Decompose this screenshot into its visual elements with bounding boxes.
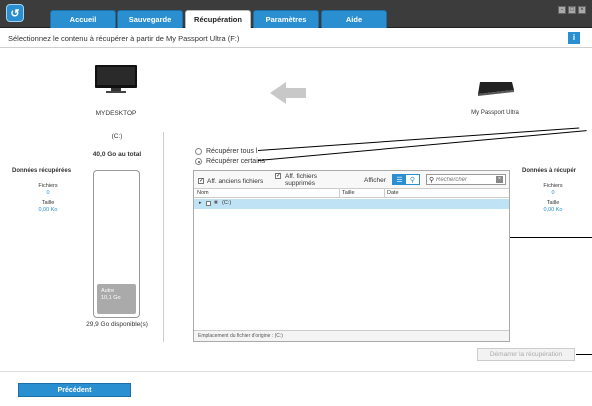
used-category: Autre — [101, 287, 115, 294]
to-recover-files-value: 0 — [551, 190, 555, 196]
monitor-icon — [95, 65, 137, 93]
table-row[interactable]: ▸ ■ (C:) — [194, 199, 509, 209]
column-date[interactable]: Date — [387, 190, 399, 196]
browser-toolbar: ✓ Aff. anciens fichiers ✓ Aff. fichiers … — [194, 171, 509, 189]
origin-label: Emplacement du fichier d'origine : — [198, 333, 274, 339]
view-label: Afficher — [364, 177, 386, 184]
free-capacity: 29,9 Go disponible(s) — [86, 321, 148, 328]
close-icon[interactable]: × — [578, 6, 586, 14]
capacity-used-segment: Autre 10,1 Go — [97, 283, 136, 314]
show-old-checkbox[interactable]: ✓ — [198, 178, 204, 184]
show-old-label: Aff. anciens fichiers — [207, 178, 264, 185]
target-device-name: My Passport Ultra — [471, 110, 519, 116]
column-divider — [339, 189, 340, 198]
source-device-name: MYDESKTOP — [95, 110, 137, 117]
callout-line — [576, 354, 592, 355]
tab-aide[interactable]: Aide — [321, 10, 387, 28]
to-recover-size-label: Taille — [546, 200, 560, 206]
origin-location-bar: Emplacement du fichier d'origine : (C:) — [194, 330, 509, 341]
search-view-icon[interactable]: ⚲ — [406, 175, 419, 184]
instruction-bar: Sélectionnez le contenu à récupérer à pa… — [0, 28, 592, 48]
view-toggle[interactable]: ☰ ⚲ — [392, 174, 420, 185]
recover-some-radio[interactable] — [195, 158, 202, 165]
search-input[interactable] — [436, 175, 494, 184]
recover-some-label: Récupérer certains — [206, 158, 266, 165]
maximize-icon[interactable]: □ — [568, 6, 576, 14]
recovered-files-label: Fichiers — [38, 183, 58, 189]
external-drive-icon — [478, 82, 514, 96]
title-bar: ↺ Accueil Sauvegarde Récupération Paramè… — [0, 0, 592, 28]
column-header: Nom Taille Date — [194, 189, 509, 198]
source-drive-letter: (C:) — [111, 133, 123, 140]
to-recover-files-label: Fichiers — [543, 183, 563, 189]
show-deleted-checkbox[interactable]: ✓ — [275, 173, 281, 179]
recovered-size-value: 0,00 Ko — [38, 207, 58, 213]
help-button[interactable]: i — [568, 32, 580, 44]
recover-all-option[interactable]: Récupérer tous l — [195, 148, 257, 155]
footer-bar: Précédent — [0, 371, 592, 406]
tab-parametres[interactable]: Paramètres — [253, 10, 319, 28]
row-checkbox[interactable] — [206, 201, 211, 206]
search-icon: ⚲ — [429, 177, 435, 184]
arrow-left-icon — [270, 82, 306, 104]
recover-all-radio[interactable] — [195, 148, 202, 155]
capacity-bar: Autre 10,1 Go — [93, 170, 140, 318]
tab-recuperation[interactable]: Récupération — [185, 10, 251, 28]
tab-accueil[interactable]: Accueil — [50, 10, 116, 28]
recovered-files-value: 0 — [46, 190, 50, 196]
callout-line — [510, 237, 592, 238]
recover-all-label: Récupérer tous l — [206, 148, 258, 155]
to-recover-size-value: 0,00 Ko — [543, 207, 563, 213]
used-size: 10,1 Go — [101, 294, 121, 301]
expand-arrow-icon[interactable]: ▸ — [199, 200, 202, 206]
file-browser: ✓ Aff. anciens fichiers ✓ Aff. fichiers … — [193, 170, 510, 342]
column-name[interactable]: Nom — [197, 190, 209, 196]
origin-value: (C:) — [274, 333, 283, 339]
callout-line — [257, 127, 580, 151]
row-name: (C:) — [222, 200, 232, 206]
minimize-icon[interactable]: - — [558, 6, 566, 14]
window-controls: - □ × — [558, 6, 586, 14]
total-capacity: 40,0 Go au total — [92, 151, 142, 158]
search-clear-icon[interactable]: × — [496, 176, 503, 183]
previous-button[interactable]: Précédent — [18, 383, 131, 397]
search-box[interactable]: ⚲ × — [426, 174, 506, 185]
to-recover-data-title: Données à récupér — [522, 168, 577, 174]
recover-some-option[interactable]: Récupérer certains — [195, 158, 265, 165]
show-deleted-label: Aff. fichiers supprimés — [285, 173, 318, 187]
column-size[interactable]: Taille — [342, 190, 355, 196]
instruction-text: Sélectionnez le contenu à récupérer à pa… — [8, 34, 240, 43]
tab-sauvegarde[interactable]: Sauvegarde — [117, 10, 183, 28]
drive-folder-icon: ■ — [214, 200, 218, 206]
list-view-icon[interactable]: ☰ — [393, 175, 406, 184]
app-logo-icon: ↺ — [6, 4, 24, 22]
used-segment-label: Autre 10,1 Go — [101, 288, 121, 302]
recovered-data-title: Données récupérées — [12, 168, 72, 174]
vertical-divider — [163, 132, 164, 342]
recovered-size-label: Taille — [41, 200, 55, 206]
start-recovery-button[interactable]: Démarrer la récupération — [477, 348, 575, 361]
column-divider — [384, 189, 385, 198]
